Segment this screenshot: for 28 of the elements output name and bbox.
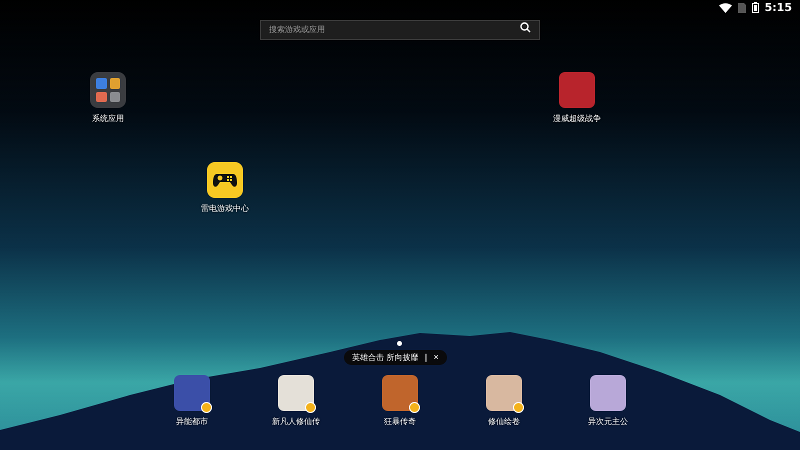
app-label: 新凡人修仙传 xyxy=(272,416,320,427)
close-button[interactable]: × xyxy=(433,353,439,362)
app-icon[interactable] xyxy=(590,375,626,411)
app-icon[interactable] xyxy=(559,72,595,108)
separator-mark: | xyxy=(424,353,428,362)
app-label: 系统应用 xyxy=(92,113,124,124)
app-label: 漫威超级战争 xyxy=(553,113,601,124)
app-label: 异次元主公 xyxy=(588,416,628,427)
search-icon[interactable] xyxy=(520,22,531,33)
battery-icon xyxy=(752,2,759,13)
app-icon[interactable] xyxy=(174,375,210,411)
app-icon[interactable] xyxy=(382,375,418,411)
badge-icon xyxy=(201,402,212,413)
folder-icon[interactable] xyxy=(90,72,126,108)
app-label: 狂暴传奇 xyxy=(384,416,416,427)
app-label: 修仙绘卷 xyxy=(488,416,520,427)
sim-icon xyxy=(738,2,746,12)
clock-time: 5:15 xyxy=(764,1,792,14)
badge-icon xyxy=(409,402,420,413)
page-indicator-dot[interactable] xyxy=(397,341,402,346)
promo-text: 英雄合击 所向披靡 xyxy=(352,352,419,363)
app-label: 雷电游戏中心 xyxy=(201,203,249,214)
gamepad-icon[interactable] xyxy=(207,162,243,198)
wifi-icon xyxy=(718,2,732,12)
search-field[interactable]: 搜索游戏或应用 xyxy=(260,20,540,40)
app-label: 异能都市 xyxy=(176,416,208,427)
badge-icon xyxy=(513,402,524,413)
badge-icon xyxy=(305,402,316,413)
